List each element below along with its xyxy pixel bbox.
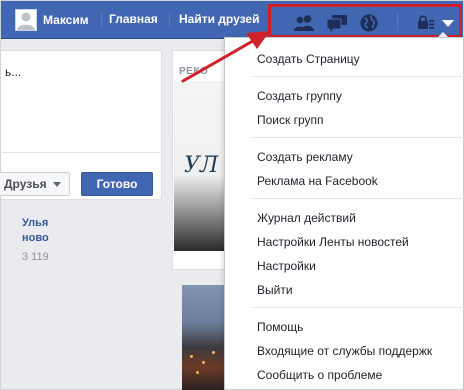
- done-button[interactable]: Готово: [81, 172, 153, 196]
- menu-item-create-page[interactable]: Создать Страницу: [257, 52, 360, 66]
- menu-item-find-groups[interactable]: Поиск групп: [257, 113, 324, 127]
- card-divider: [0, 152, 160, 153]
- profile-name: Максим: [43, 13, 89, 27]
- city-light: [202, 361, 205, 364]
- city-light: [212, 351, 215, 354]
- menu-item-settings[interactable]: Настройки: [257, 259, 316, 273]
- find-friends-link[interactable]: Найти друзей: [179, 12, 259, 26]
- audience-select[interactable]: Друзья: [0, 172, 70, 196]
- menu-divider: [251, 76, 464, 77]
- avatar: [15, 9, 37, 31]
- menu-item-report-problem[interactable]: Сообщить о проблеме: [257, 368, 382, 382]
- ad-image-text: УЛ: [184, 153, 219, 178]
- menu-item-news-feed-settings[interactable]: Настройки Ленты новостей: [257, 235, 409, 249]
- menu-item-activity-log[interactable]: Журнал действий: [257, 211, 356, 225]
- lock-privacy-icon[interactable]: [416, 13, 436, 33]
- ad-title-line: Улья: [22, 217, 49, 229]
- photo-thumbnail[interactable]: [182, 285, 224, 390]
- menu-item-create-group[interactable]: Создать группу: [257, 89, 342, 103]
- friend-requests-icon[interactable]: [293, 13, 314, 33]
- ad-image[interactable]: УЛ: [174, 81, 224, 251]
- menu-item-log-out[interactable]: Выйти: [257, 283, 293, 297]
- account-dropdown-menu: Создать Страницу Создать группу Поиск гр…: [224, 37, 464, 390]
- audience-select-label: Друзья: [4, 177, 47, 191]
- menu-divider: [251, 137, 464, 138]
- home-link[interactable]: Главная: [109, 12, 158, 26]
- nav-divider: [101, 12, 102, 28]
- toolbar-divider: [397, 13, 398, 31]
- nav-divider: [169, 12, 170, 28]
- messages-icon[interactable]: [326, 13, 347, 33]
- ad-title-line: ново: [22, 232, 49, 244]
- menu-item-create-ad[interactable]: Создать рекламу: [257, 150, 353, 164]
- recommended-label: РЕКО: [179, 66, 209, 77]
- chevron-down-icon: [52, 181, 61, 187]
- account-menu-arrow-icon[interactable]: [439, 13, 459, 33]
- recommended-card: РЕКО УЛ: [172, 50, 224, 270]
- ad-subtitle: 3 119: [22, 251, 49, 263]
- menu-divider: [251, 307, 464, 308]
- composer-prompt-text[interactable]: ь...: [5, 65, 21, 79]
- top-navigation-bar: Максим Главная Найти друзей: [1, 1, 463, 39]
- highlighted-icon-group: [268, 4, 462, 38]
- ad-title[interactable]: Улья ново: [22, 216, 62, 246]
- city-light: [196, 371, 199, 374]
- profile-link[interactable]: Максим: [15, 8, 89, 32]
- city-light: [190, 355, 193, 358]
- menu-divider: [251, 198, 464, 199]
- globe-notifications-icon[interactable]: [359, 13, 379, 33]
- menu-item-help[interactable]: Помощь: [257, 320, 303, 334]
- menu-item-advertising[interactable]: Реклама на Facebook: [257, 174, 378, 188]
- menu-item-support-inbox[interactable]: Входящие от службы поддержк: [257, 344, 432, 358]
- default-avatar-icon: [17, 12, 35, 30]
